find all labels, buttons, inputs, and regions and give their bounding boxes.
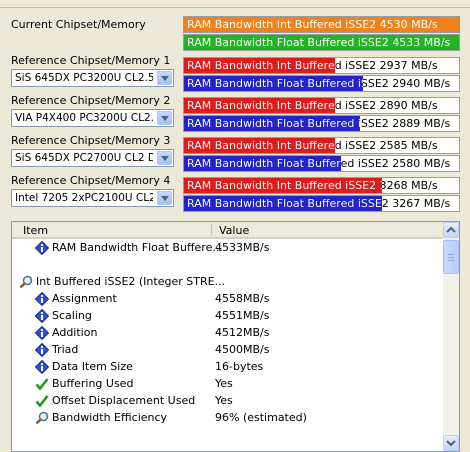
info-icon (34, 291, 50, 307)
list-header: Item Value (12, 222, 443, 239)
info-icon (34, 359, 50, 375)
reference-combo-value: SiS 645DX PC3200U CL2.5 DDR (15, 72, 153, 84)
vertical-scrollbar[interactable] (443, 222, 459, 451)
checkmark-icon (35, 394, 49, 408)
chevron-down-icon[interactable] (157, 151, 172, 165)
table-row[interactable]: Data Item Size 16-bytes (12, 359, 443, 376)
top-frame-edge (0, 0, 470, 8)
reference-combo-3[interactable]: SiS 645DX PC2700U CL2 DDR (11, 149, 174, 167)
scroll-up-button[interactable] (443, 222, 459, 238)
current-float-bar-text: RAM Bandwidth Float Buffered iSSE2 4533 … (187, 36, 451, 49)
reference-combo-4[interactable]: Intel 7205 2xPC2100U CL2 DDR (11, 189, 174, 207)
table-row[interactable]: Offset Displacement Used Yes (12, 393, 443, 410)
row-item-value: 4512MB/s (215, 326, 270, 339)
info-icon (34, 325, 50, 341)
reference-label-3: Reference Chipset/Memory 3 (11, 134, 171, 147)
reference-label-2: Reference Chipset/Memory 2 (11, 94, 171, 107)
column-separator[interactable] (211, 224, 212, 235)
scroll-thumb[interactable] (443, 240, 459, 274)
table-row[interactable]: Triad 4500MB/s (12, 342, 443, 359)
scroll-down-button[interactable] (443, 435, 459, 451)
chevron-down-icon (446, 440, 456, 447)
reference-combo-value: VIA P4X400 PC3200U CL2.5 DDR (15, 112, 153, 124)
reference-combo-2[interactable]: VIA P4X400 PC3200U CL2.5 DDR (11, 109, 174, 127)
magnifier-icon (19, 275, 33, 289)
table-row[interactable]: Buffering Used Yes (12, 376, 443, 393)
reference-int-bar-1: RAM Bandwidth Int Buffered iSSE2 2937 MB… (183, 57, 460, 74)
reference-label-4: Reference Chipset/Memory 4 (11, 174, 171, 187)
row-item-name: Scaling (52, 309, 92, 322)
row-item-value: 4500MB/s (215, 343, 270, 356)
row-item-value: 4558MB/s (215, 292, 270, 305)
reference-combo-value: Intel 7205 2xPC2100U CL2 DDR (15, 192, 153, 204)
row-item-name: RAM Bandwidth Float Buffere... (52, 241, 223, 254)
reference-float-bar-4: RAM Bandwidth Float Buffered iSSE2 3267 … (183, 195, 460, 212)
magnifier-icon (35, 411, 49, 425)
table-row[interactable] (12, 257, 443, 274)
reference-float-bar-text: RAM Bandwidth Float Buffered iSSE2 2580 … (187, 157, 451, 170)
info-icon (34, 342, 50, 358)
table-row[interactable]: Scaling 4551MB/s (12, 308, 443, 325)
row-item-value: Yes (215, 394, 233, 407)
reference-int-bar-text: RAM Bandwidth Int Buffered iSSE2 2890 MB… (187, 99, 438, 112)
chevron-down-icon[interactable] (157, 71, 172, 85)
table-row[interactable]: Assignment 4558MB/s (12, 291, 443, 308)
row-item-value: 4551MB/s (215, 309, 270, 322)
table-row[interactable]: Addition 4512MB/s (12, 325, 443, 342)
table-row[interactable]: RAM Bandwidth Float Buffere... 4533MB/s (12, 240, 443, 257)
column-value-header[interactable]: Value (219, 224, 249, 237)
row-item-name: Buffering Used (52, 377, 134, 390)
row-item-value: 4533MB/s (215, 241, 270, 254)
current-int-bar-text: RAM Bandwidth Int Buffered iSSE2 4530 MB… (187, 18, 438, 31)
chevron-up-icon (446, 226, 456, 233)
row-item-name: Assignment (52, 292, 117, 305)
row-item-value: Yes (215, 377, 233, 390)
chevron-down-icon[interactable] (157, 191, 172, 205)
reference-int-bar-3: RAM Bandwidth Int Buffered iSSE2 2585 MB… (183, 137, 460, 154)
reference-float-bar-2: RAM Bandwidth Float Buffered iSSE2 2889 … (183, 115, 460, 132)
row-item-value: 16-bytes (215, 360, 264, 373)
table-row[interactable]: Int Buffered iSSE2 (Integer STRE... (12, 274, 443, 291)
reference-int-bar-text: RAM Bandwidth Int Buffered iSSE2 2937 MB… (187, 59, 438, 72)
checkmark-icon (35, 377, 49, 391)
reference-float-bar-3: RAM Bandwidth Float Buffered iSSE2 2580 … (183, 155, 460, 172)
reference-int-bar-text: RAM Bandwidth Int Buffered iSSE2 3268 MB… (187, 179, 438, 192)
chevron-down-icon[interactable] (157, 111, 172, 125)
reference-label-1: Reference Chipset/Memory 1 (11, 54, 171, 67)
row-item-name: Triad (52, 343, 79, 356)
current-float-bar: RAM Bandwidth Float Buffered iSSE2 4533 … (183, 34, 460, 51)
results-list[interactable]: Item Value RAM Bandwidth Float Buffere..… (11, 221, 460, 452)
reference-combo-1[interactable]: SiS 645DX PC3200U CL2.5 DDR (11, 69, 174, 87)
reference-int-bar-text: RAM Bandwidth Int Buffered iSSE2 2585 MB… (187, 139, 438, 152)
row-item-name: Addition (52, 326, 98, 339)
reference-float-bar-1: RAM Bandwidth Float Buffered iSSE2 2940 … (183, 75, 460, 92)
current-int-bar: RAM Bandwidth Int Buffered iSSE2 4530 MB… (183, 16, 460, 33)
reference-float-bar-text: RAM Bandwidth Float Buffered iSSE2 3267 … (187, 197, 451, 210)
row-item-name: Bandwidth Efficiency (52, 411, 168, 424)
reference-combo-value: SiS 645DX PC2700U CL2 DDR (15, 152, 153, 164)
reference-int-bar-2: RAM Bandwidth Int Buffered iSSE2 2890 MB… (183, 97, 460, 114)
row-item-name: Offset Displacement Used (52, 394, 196, 407)
table-row[interactable]: Bandwidth Efficiency 96% (estimated) (12, 410, 443, 427)
info-icon (34, 308, 50, 324)
reference-float-bar-text: RAM Bandwidth Float Buffered iSSE2 2940 … (187, 77, 451, 90)
row-item-value: 96% (estimated) (215, 411, 307, 424)
reference-float-bar-text: RAM Bandwidth Float Buffered iSSE2 2889 … (187, 117, 451, 130)
current-chipset-label: Current Chipset/Memory (11, 18, 146, 31)
info-icon (34, 240, 50, 256)
reference-int-bar-4: RAM Bandwidth Int Buffered iSSE2 3268 MB… (183, 177, 460, 194)
row-item-name: Int Buffered iSSE2 (Integer STRE... (36, 275, 226, 288)
row-item-name: Data Item Size (52, 360, 133, 373)
column-item-header[interactable]: Item (23, 224, 48, 237)
